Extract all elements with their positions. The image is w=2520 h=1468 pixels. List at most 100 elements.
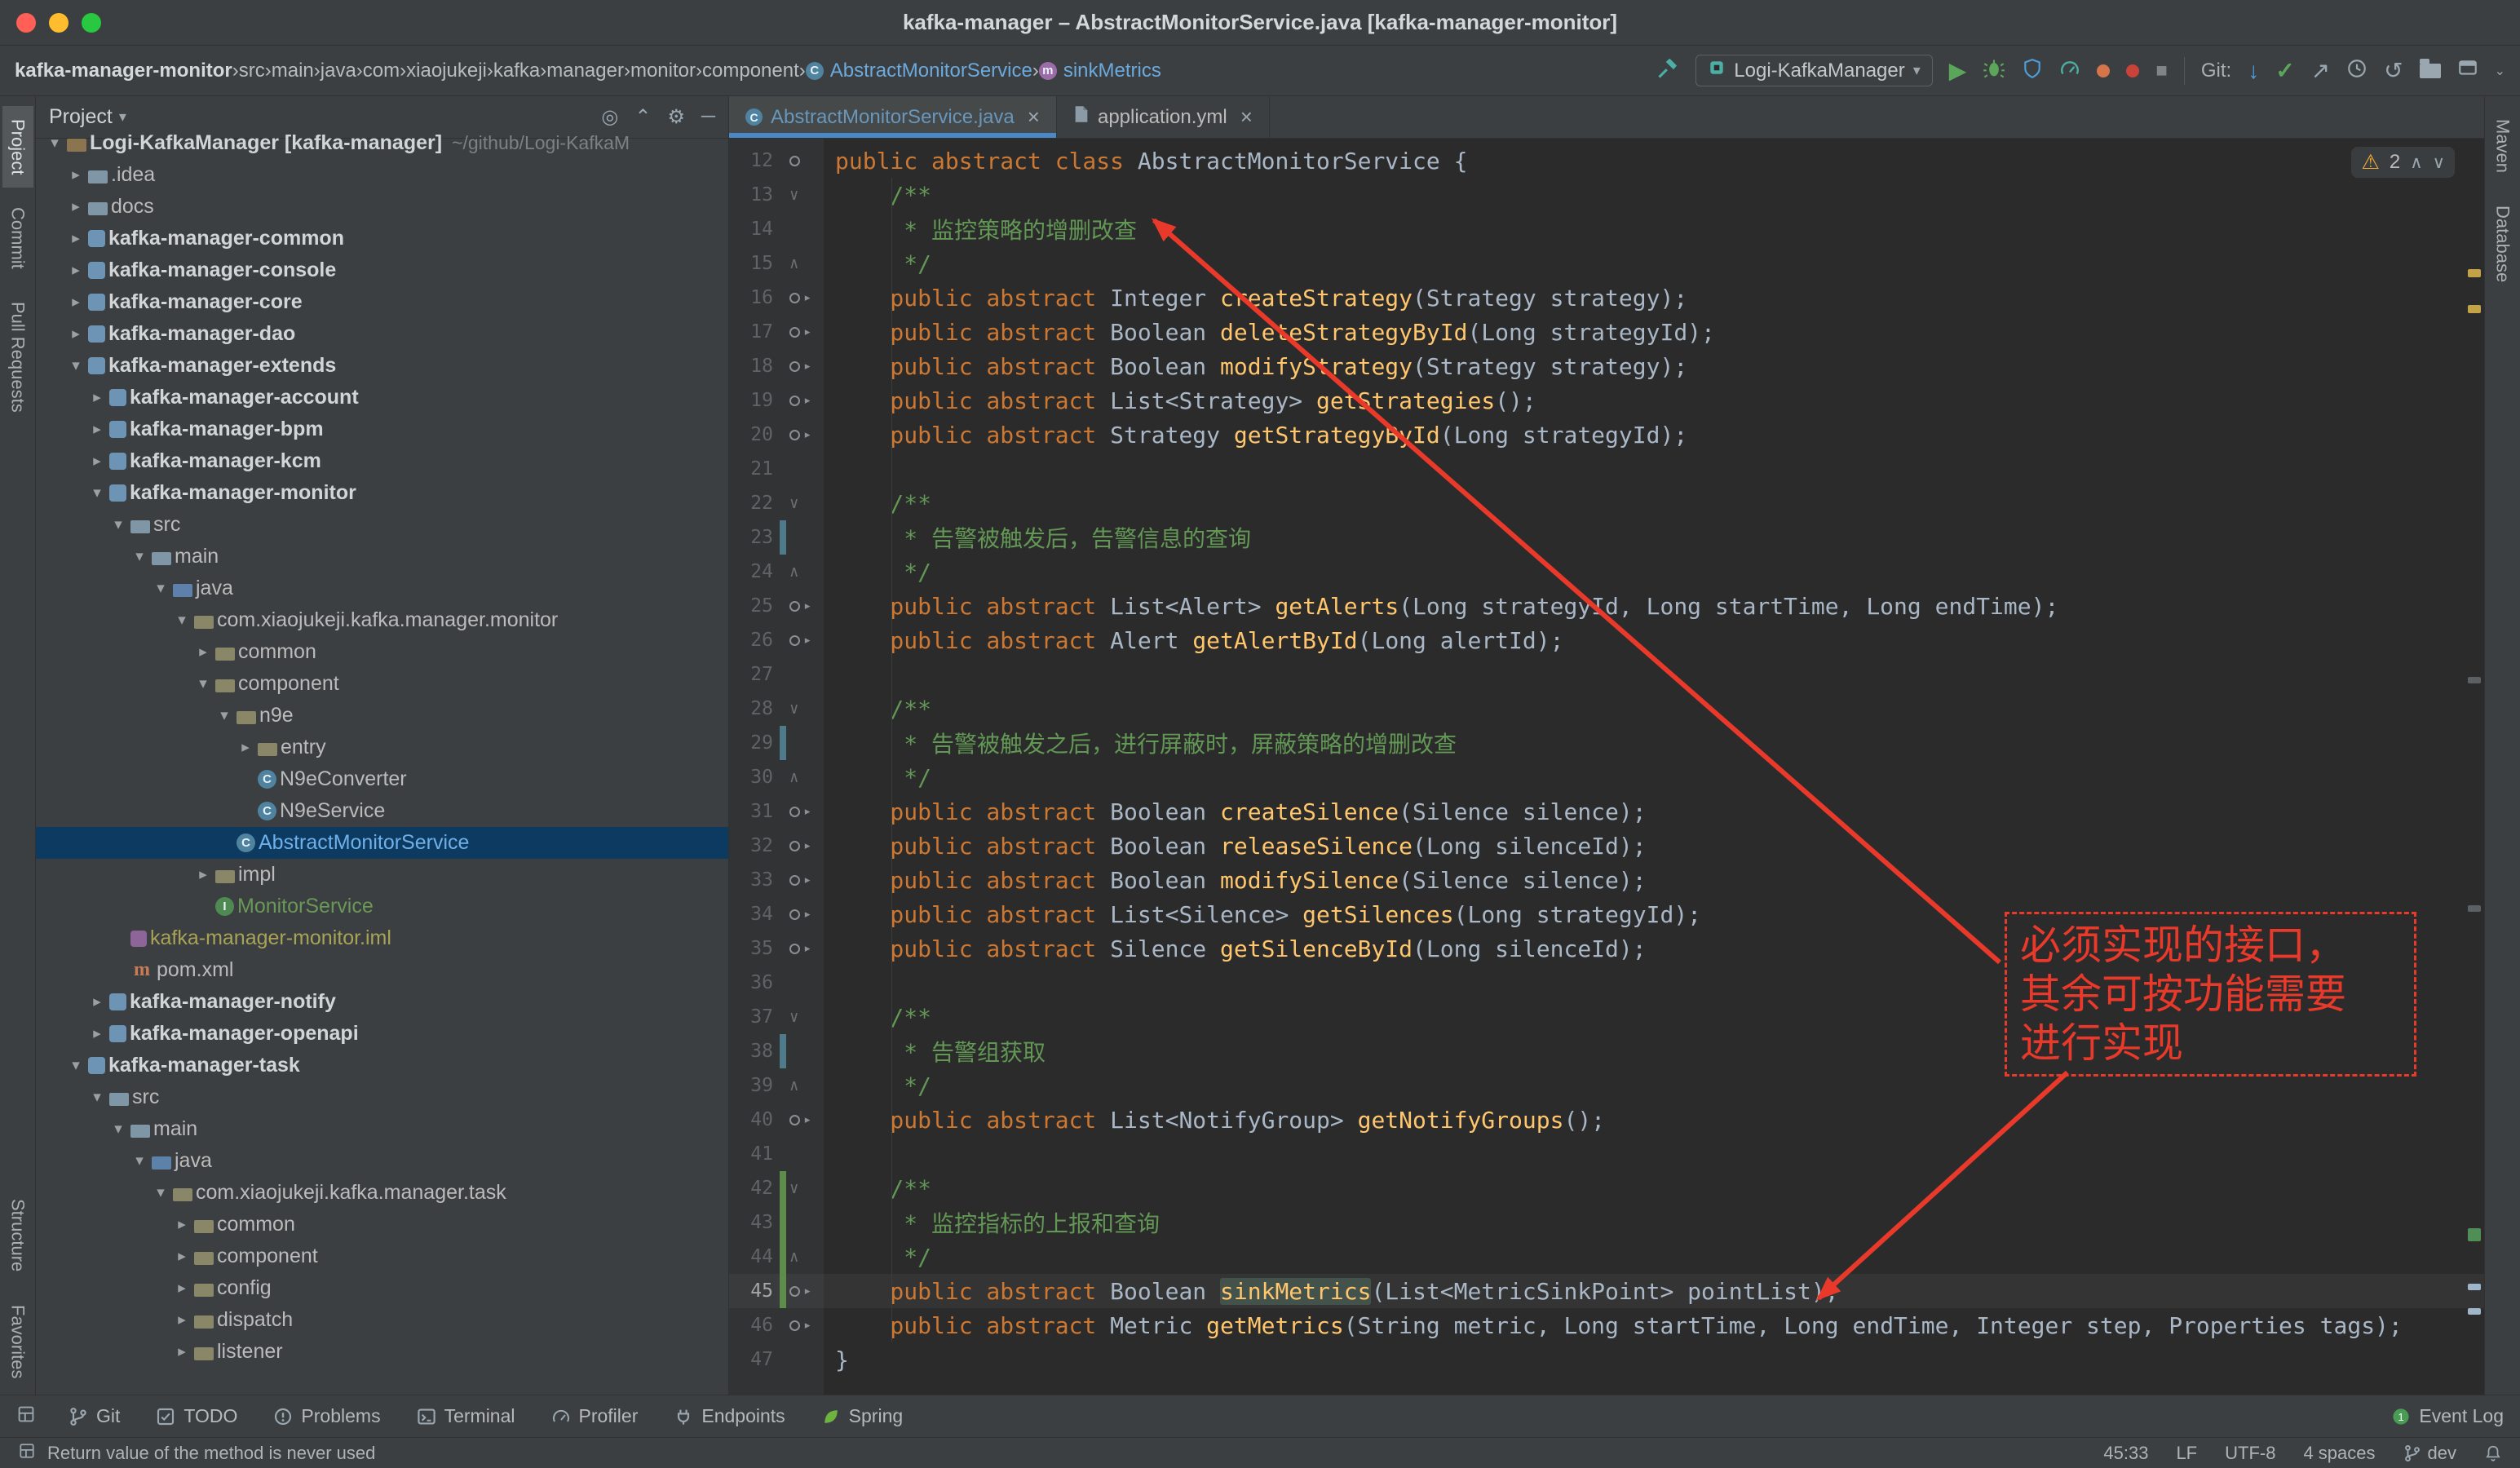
fold-down-icon[interactable]: ∨ <box>789 1181 798 1196</box>
fold-down-icon[interactable]: ∨ <box>789 1010 798 1025</box>
line-number[interactable]: 31 <box>729 801 778 822</box>
code-line-43[interactable]: 43 * 监控指标的上报和查询 <box>729 1205 2484 1240</box>
stripe-mark[interactable] <box>2468 677 2481 683</box>
tree-item[interactable]: ▾src <box>36 509 728 541</box>
fold-up-icon[interactable]: ∧ <box>789 256 798 272</box>
code-line-18[interactable]: 18▸ public abstract Boolean modifyStrate… <box>729 349 2484 383</box>
open-folder-icon[interactable] <box>2420 64 2441 78</box>
breadcrumb-item[interactable]: main <box>272 60 314 82</box>
tree-item[interactable]: ▸kafka-manager-bpm <box>36 413 728 445</box>
line-number[interactable]: 15 <box>729 253 778 274</box>
tree-item[interactable]: ▾kafka-manager-monitor <box>36 477 728 509</box>
override-marker-icon[interactable]: ▸ <box>803 360 811 374</box>
indent-setting[interactable]: 4 spaces <box>2303 1443 2375 1464</box>
line-number[interactable]: 47 <box>729 1349 778 1370</box>
tree-item[interactable]: ▾kafka-manager-task <box>36 1050 728 1081</box>
tree-item[interactable]: CN9eService <box>36 795 728 827</box>
tree-item[interactable]: ▸config <box>36 1272 728 1304</box>
chevron-right-icon[interactable]: ▸ <box>191 865 215 884</box>
git-push-button[interactable]: ↗ <box>2311 60 2330 82</box>
code-line-14[interactable]: 14 * 监控策略的增删改查 <box>729 212 2484 246</box>
implemented-marker-icon[interactable] <box>789 1286 800 1297</box>
toolwindow-button-event-log[interactable]: 1Event Log <box>2391 1405 2504 1427</box>
coverage-button[interactable] <box>2022 58 2043 83</box>
tool-window-switcher-icon[interactable] <box>16 1404 36 1429</box>
breadcrumb-item[interactable]: msinkMetrics <box>1039 60 1161 82</box>
breadcrumb-item[interactable]: component <box>702 60 799 82</box>
stripe-mark[interactable] <box>2468 1308 2481 1315</box>
code-line-30[interactable]: 30∧ */ <box>729 760 2484 794</box>
tree-item[interactable]: ▾kafka-manager-extends <box>36 350 728 382</box>
toolwindow-button-endpoints[interactable]: Endpoints <box>674 1405 785 1427</box>
chevron-right-icon[interactable]: ▸ <box>64 166 88 184</box>
implemented-marker-icon[interactable] <box>789 807 800 817</box>
code-line-40[interactable]: 40▸ public abstract List<NotifyGroup> ge… <box>729 1103 2484 1137</box>
toolwindow-button-terminal[interactable]: Terminal <box>417 1405 515 1427</box>
toolwindow-button-todo[interactable]: TODO <box>156 1405 237 1427</box>
tree-item[interactable]: mpom.xml <box>36 954 728 986</box>
chevron-down-icon[interactable]: ⌄ <box>2495 63 2505 79</box>
sidebar-item-project[interactable]: Project <box>2 106 33 188</box>
override-marker-icon[interactable]: ▸ <box>803 634 811 648</box>
line-number[interactable]: 16 <box>729 287 778 308</box>
chevron-right-icon[interactable]: ▸ <box>233 738 258 757</box>
stop-button[interactable]: ■ <box>2155 61 2168 81</box>
code-line-17[interactable]: 17▸ public abstract Boolean deleteStrate… <box>729 315 2484 349</box>
tree-item[interactable]: ▾java <box>36 1145 728 1177</box>
tree-item[interactable]: ▸kafka-manager-kcm <box>36 445 728 477</box>
line-number[interactable]: 35 <box>729 938 778 959</box>
tree-item[interactable]: ▸component <box>36 1240 728 1272</box>
line-number[interactable]: 27 <box>729 664 778 685</box>
implemented-marker-icon[interactable] <box>789 327 800 338</box>
chevron-down-icon[interactable]: ▾ <box>85 1088 109 1107</box>
chevron-right-icon[interactable]: ▸ <box>170 1215 194 1234</box>
chevron-right-icon[interactable]: ▸ <box>64 293 88 312</box>
tree-item[interactable]: ▸kafka-manager-openapi <box>36 1018 728 1050</box>
error-stripe[interactable] <box>2468 139 2481 1395</box>
git-update-button[interactable]: ↓ <box>2248 60 2259 82</box>
tree-item[interactable]: ▸common <box>36 636 728 668</box>
line-number[interactable]: 29 <box>729 732 778 754</box>
chevron-down-icon[interactable]: ▾ <box>212 706 237 725</box>
chevron-down-icon[interactable]: ▾ <box>191 674 215 693</box>
line-number[interactable]: 24 <box>729 561 778 582</box>
tab-AbstractMonitorService-java[interactable]: CAbstractMonitorService.java× <box>729 96 1057 138</box>
breadcrumb-item[interactable]: monitor <box>630 60 696 82</box>
fold-up-icon[interactable]: ∧ <box>789 564 798 580</box>
tree-item[interactable]: ▸.idea <box>36 159 728 191</box>
profiler-dot2-icon[interactable] <box>2126 64 2139 77</box>
toolwindow-button-problems[interactable]: Problems <box>273 1405 380 1427</box>
code-line-45[interactable]: 45▸ public abstract Boolean sinkMetrics(… <box>729 1274 2484 1308</box>
tree-item[interactable]: ▾main <box>36 1113 728 1145</box>
rollback-button[interactable]: ↺ <box>2384 60 2403 82</box>
chevron-right-icon[interactable]: ▸ <box>170 1247 194 1266</box>
tree-item[interactable]: ▾main <box>36 541 728 573</box>
build-hammer-icon[interactable] <box>1656 57 1679 84</box>
tree-item[interactable]: ▾com.xiaojukeji.kafka.manager.task <box>36 1177 728 1209</box>
stripe-mark[interactable] <box>2468 1284 2481 1290</box>
implemented-marker-icon[interactable] <box>789 293 800 303</box>
chevron-right-icon[interactable]: ▸ <box>85 993 109 1011</box>
line-number[interactable]: 34 <box>729 904 778 925</box>
tree-item[interactable]: ▸impl <box>36 859 728 891</box>
chevron-down-icon[interactable]: ▾ <box>148 579 173 598</box>
line-number[interactable]: 32 <box>729 835 778 856</box>
chevron-right-icon[interactable]: ▸ <box>64 325 88 343</box>
toolwindow-button-git[interactable]: Git <box>69 1405 120 1427</box>
code-line-42[interactable]: 42∨ /** <box>729 1171 2484 1205</box>
code-line-32[interactable]: 32▸ public abstract Boolean releaseSilen… <box>729 829 2484 863</box>
chevron-down-icon[interactable]: ▾ <box>119 108 126 126</box>
line-number[interactable]: 38 <box>729 1041 778 1062</box>
close-tab-icon[interactable]: × <box>1240 104 1253 130</box>
sidebar-item-database[interactable]: Database <box>2487 192 2518 295</box>
close-window-button[interactable] <box>16 13 36 33</box>
tree-item[interactable]: IMonitorService <box>36 891 728 922</box>
line-number[interactable]: 14 <box>729 219 778 240</box>
fold-down-icon[interactable]: ∨ <box>789 188 798 203</box>
implemented-marker-icon[interactable] <box>789 156 800 166</box>
code-line-16[interactable]: 16▸ public abstract Integer createStrate… <box>729 281 2484 315</box>
chevron-down-icon[interactable]: ▾ <box>64 1056 88 1075</box>
implemented-marker-icon[interactable] <box>789 430 800 440</box>
chevron-down-icon[interactable]: ▾ <box>42 134 67 153</box>
implemented-marker-icon[interactable] <box>789 396 800 406</box>
